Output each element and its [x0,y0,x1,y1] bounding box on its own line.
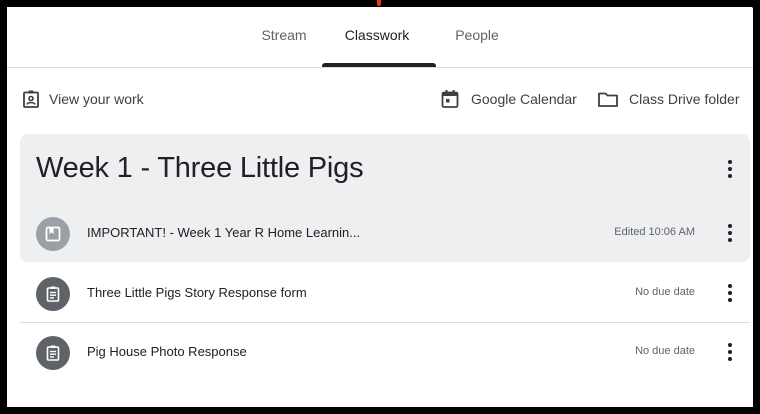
item-title: IMPORTANT! - Week 1 Year R Home Learnin.… [87,225,361,240]
active-tab-indicator [322,63,436,67]
red-pointer-mark [377,0,381,6]
topic-more-options-icon[interactable] [718,157,742,181]
item-meta: No due date [635,345,695,357]
tab-bar: Stream Classwork People [7,7,753,68]
class-drive-folder-label: Class Drive folder [629,91,740,107]
topic-title: Week 1 - Three Little Pigs [36,152,364,184]
view-your-work-label: View your work [49,91,144,107]
item-meta: No due date [635,286,695,298]
classroom-window: Stream Classwork People View your work G… [7,7,753,407]
calendar-icon [440,89,460,109]
item-more-options-icon[interactable] [718,281,742,305]
assignment-ind-icon [21,89,41,109]
topic-header: Week 1 - Three Little Pigs [20,134,750,204]
google-calendar-label: Google Calendar [471,91,577,107]
material-icon [36,217,70,251]
item-more-options-icon[interactable] [718,340,742,364]
assignment-icon [36,336,70,370]
item-more-options-icon[interactable] [718,221,742,245]
google-calendar-button[interactable]: Google Calendar [440,87,577,111]
tab-classwork[interactable]: Classwork [332,7,422,67]
item-title: Three Little Pigs Story Response form [87,285,307,300]
item-title: Pig House Photo Response [87,344,247,359]
folder-icon [597,89,619,109]
class-drive-folder-button[interactable]: Class Drive folder [597,87,739,111]
classwork-item-photo-response[interactable]: Pig House Photo Response No due date [20,323,750,381]
tab-stream[interactable]: Stream [239,7,329,67]
tab-people[interactable]: People [437,7,517,67]
view-your-work-button[interactable]: View your work [21,87,144,111]
item-meta: Edited 10:06 AM [614,226,695,238]
assignment-icon [36,277,70,311]
classwork-item-important[interactable]: IMPORTANT! - Week 1 Year R Home Learnin.… [20,204,750,262]
classwork-item-story-response[interactable]: Three Little Pigs Story Response form No… [20,264,750,323]
